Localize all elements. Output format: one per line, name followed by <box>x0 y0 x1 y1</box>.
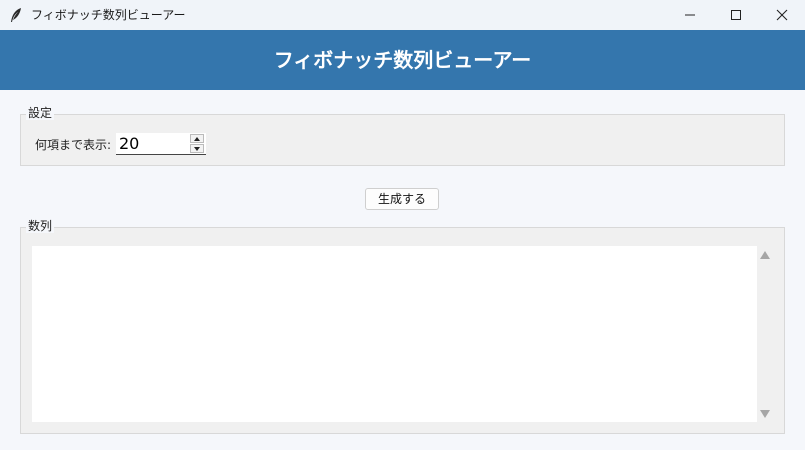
triangle-down-icon <box>194 147 200 151</box>
triangle-up-icon <box>194 137 200 141</box>
page-title: フィボナッチ数列ビューアー <box>273 48 532 72</box>
window-titlebar: フィボナッチ数列ビューアー <box>0 0 805 30</box>
close-button[interactable] <box>759 0 805 30</box>
sequence-textarea[interactable] <box>32 246 757 422</box>
header-banner: フィボナッチ数列ビューアー <box>0 30 805 90</box>
generate-button[interactable]: 生成する <box>365 188 439 210</box>
scroll-up-arrow-icon[interactable] <box>760 251 770 259</box>
count-spinbox[interactable]: 20 <box>116 133 206 155</box>
minimize-button[interactable] <box>667 0 713 30</box>
settings-group-label: 設定 <box>26 106 55 120</box>
count-value[interactable]: 20 <box>119 135 139 153</box>
maximize-icon <box>731 10 741 20</box>
maximize-button[interactable] <box>713 0 759 30</box>
close-icon <box>776 9 788 21</box>
window-title: フィボナッチ数列ビューアー <box>31 8 186 22</box>
feather-icon <box>11 8 21 22</box>
sequence-group-label: 数列 <box>26 219 55 233</box>
minimize-icon <box>685 14 695 16</box>
scroll-down-arrow-icon[interactable] <box>760 410 770 418</box>
count-label: 何項まで表示: <box>35 138 112 152</box>
spin-up-button[interactable] <box>190 134 204 143</box>
spin-down-button[interactable] <box>190 144 204 153</box>
